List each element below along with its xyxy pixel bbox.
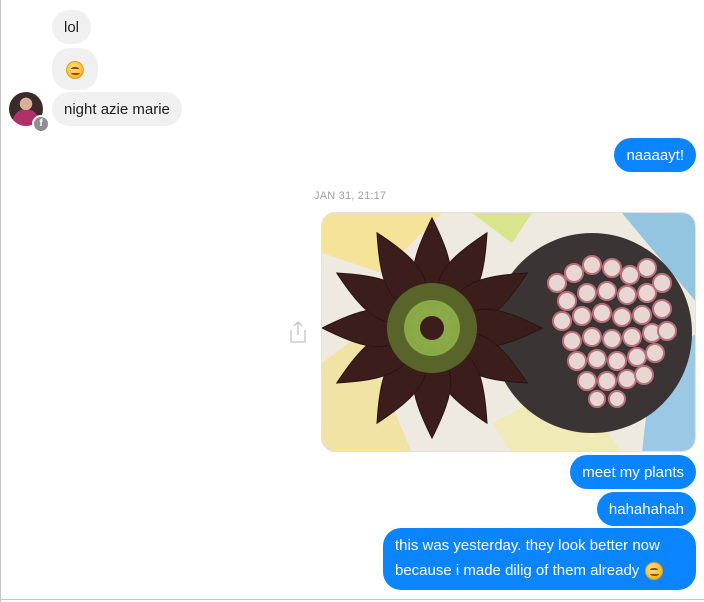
share-icon[interactable] <box>288 320 308 344</box>
message-text-line2: because i made dilig of them already <box>395 562 640 579</box>
outgoing-message-meet-my-plants[interactable]: meet my plants <box>570 455 696 489</box>
succulent-photo-image <box>322 213 695 451</box>
message-text: meet my plants <box>582 464 684 481</box>
facebook-badge-icon: f <box>32 115 50 133</box>
message-text: hahahahah <box>608 501 684 518</box>
message-text-line1: this was yesterday. they look better now <box>395 537 660 554</box>
message-text: night azie marie <box>64 101 170 118</box>
outgoing-message-yesterday[interactable]: this was yesterday. they look better now… <box>383 528 696 590</box>
photo-attachment[interactable] <box>321 212 696 452</box>
outgoing-message-naaaayt[interactable]: naaaayt! <box>614 138 696 172</box>
incoming-message-emoji[interactable] <box>52 48 98 90</box>
bottom-border <box>0 599 704 600</box>
left-border <box>0 0 1 602</box>
message-timestamp: JAN 31, 21:17 <box>314 190 387 202</box>
outgoing-message-hahahahah[interactable]: hahahahah <box>596 492 696 526</box>
message-text: lol <box>64 19 80 36</box>
incoming-message-lol[interactable]: lol <box>52 10 92 44</box>
smiling-face-emoji-icon <box>645 561 664 580</box>
message-text: naaaayt! <box>626 147 684 164</box>
incoming-message-night[interactable]: night azie marie <box>52 92 182 126</box>
smiling-face-emoji-icon <box>66 61 84 80</box>
